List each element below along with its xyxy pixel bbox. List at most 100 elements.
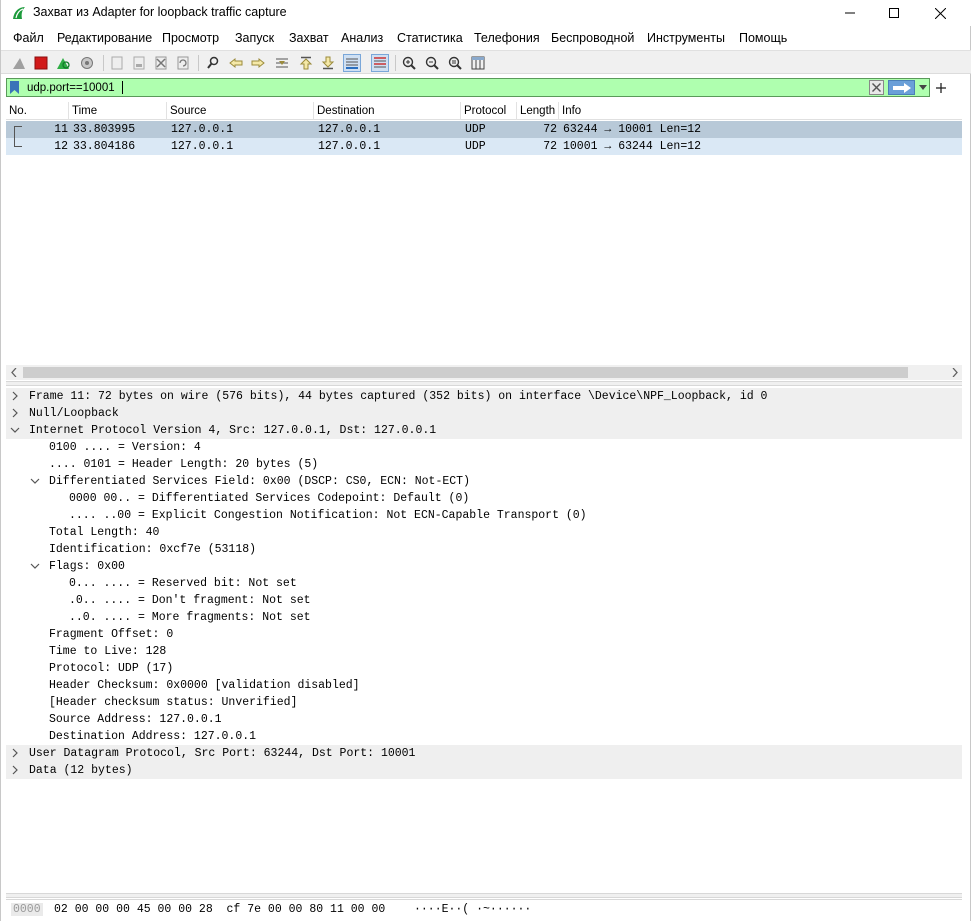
tree-item-dsfield[interactable]: Differentiated Services Field: 0x00 (DSC…: [6, 473, 962, 490]
tree-item-udp[interactable]: User Datagram Protocol, Src Port: 63244,…: [6, 745, 962, 762]
tree-item-total-length[interactable]: Total Length: 40: [6, 524, 962, 541]
tree-item-label: Frame 11: 72 bytes on wire (576 bits), 4…: [29, 390, 768, 403]
chevron-right-icon[interactable]: [10, 391, 20, 401]
scroll-right-icon[interactable]: [947, 365, 962, 380]
open-file-button[interactable]: [108, 54, 126, 72]
zoom-out-button[interactable]: [423, 54, 441, 72]
tree-item-ttl[interactable]: Time to Live: 128: [6, 643, 962, 660]
chevron-right-icon[interactable]: [10, 408, 20, 418]
packet-list-hscrollbar[interactable]: [6, 365, 962, 380]
plus-icon: [936, 82, 946, 93]
menu-telephony[interactable]: Телефония: [474, 31, 540, 45]
tree-item-fragment-offset[interactable]: Fragment Offset: 0: [6, 626, 962, 643]
minimize-button[interactable]: [827, 0, 873, 26]
packet-protocol: UDP: [465, 123, 486, 136]
chevron-down-icon: [919, 85, 927, 90]
auto-scroll-icon: [346, 58, 358, 69]
restart-capture-button[interactable]: [54, 54, 72, 72]
tree-item-more-fragments[interactable]: ..0. .... = More fragments: Not set: [6, 609, 962, 626]
go-forward-button[interactable]: [249, 54, 267, 72]
chevron-down-icon[interactable]: [30, 476, 40, 486]
bytes-ascii[interactable]: ····E··( ·~······: [414, 903, 531, 916]
tree-item-ecn[interactable]: .... ..00 = Explicit Congestion Notifica…: [6, 507, 962, 524]
tree-item-dscp[interactable]: 0000 00.. = Differentiated Services Code…: [6, 490, 962, 507]
tree-item-checksum[interactable]: Header Checksum: 0x0000 [validation disa…: [6, 677, 962, 694]
tree-item-checksum-status[interactable]: [Header checksum status: Unverified]: [6, 694, 962, 711]
chevron-down-icon[interactable]: [30, 561, 40, 571]
chevron-right-icon[interactable]: [10, 765, 20, 775]
packet-destination: 127.0.0.1: [318, 140, 381, 153]
resize-columns-button[interactable]: [469, 54, 487, 72]
add-filter-button[interactable]: [934, 78, 948, 97]
go-last-button[interactable]: [319, 54, 337, 72]
pane-splitter[interactable]: [6, 893, 962, 898]
menu-view[interactable]: Просмотр: [162, 31, 219, 45]
apply-filter-button[interactable]: [888, 80, 915, 95]
go-first-button[interactable]: [297, 54, 315, 72]
pane-splitter[interactable]: [6, 381, 962, 386]
packet-row[interactable]: 11 33.803995 127.0.0.1 127.0.0.1 UDP 72 …: [6, 121, 962, 138]
close-file-button[interactable]: [152, 54, 170, 72]
capture-options-button[interactable]: [78, 54, 96, 72]
filter-history-dropdown[interactable]: [917, 80, 929, 95]
column-header-no[interactable]: No.: [6, 102, 69, 120]
tree-item-version[interactable]: 0100 .... = Version: 4: [6, 439, 962, 456]
packet-info: 10001 → 63244 Len=12: [563, 140, 702, 153]
display-filter-input[interactable]: [27, 80, 627, 96]
packet-row[interactable]: 12 33.804186 127.0.0.1 127.0.0.1 UDP 72 …: [6, 138, 962, 155]
tree-item-ipv4[interactable]: Internet Protocol Version 4, Src: 127.0.…: [6, 422, 962, 439]
normal-size-button[interactable]: [446, 54, 464, 72]
tree-item-label: .0.. .... = Don't fragment: Not set: [69, 594, 311, 607]
tree-item-frame[interactable]: Frame 11: 72 bytes on wire (576 bits), 4…: [6, 388, 962, 405]
close-button[interactable]: [917, 0, 963, 26]
packet-details-tree: Frame 11: 72 bytes on wire (576 bits), 4…: [6, 388, 962, 893]
menu-file[interactable]: Файл: [13, 31, 44, 45]
menu-edit[interactable]: Редактирование: [57, 31, 152, 45]
menu-help[interactable]: Помощь: [739, 31, 787, 45]
tree-item-protocol[interactable]: Protocol: UDP (17): [6, 660, 962, 677]
tree-item-source-address[interactable]: Source Address: 127.0.0.1: [6, 711, 962, 728]
go-to-packet-button[interactable]: [273, 54, 291, 72]
menu-statistics[interactable]: Статистика: [397, 31, 463, 45]
tree-item-identification[interactable]: Identification: 0xcf7e (53118): [6, 541, 962, 558]
clear-filter-icon[interactable]: [869, 80, 884, 95]
save-file-button[interactable]: [130, 54, 148, 72]
menu-capture[interactable]: Захват: [289, 31, 329, 45]
find-packet-button[interactable]: [204, 54, 222, 72]
auto-scroll-button[interactable]: [343, 54, 361, 72]
wireshark-logo-icon: [13, 7, 25, 19]
chevron-right-icon[interactable]: [10, 748, 20, 758]
column-header-source[interactable]: Source: [167, 102, 314, 120]
tree-item-flags[interactable]: Flags: 0x00: [6, 558, 962, 575]
tree-item-dont-fragment[interactable]: .0.. .... = Don't fragment: Not set: [6, 592, 962, 609]
menu-wireless[interactable]: Беспроводной: [551, 31, 634, 45]
column-header-info[interactable]: Info: [559, 102, 962, 120]
tree-item-null-loopback[interactable]: Null/Loopback: [6, 405, 962, 422]
column-header-time[interactable]: Time: [69, 102, 167, 120]
tree-item-reserved-bit[interactable]: 0... .... = Reserved bit: Not set: [6, 575, 962, 592]
tree-item-header-length[interactable]: .... 0101 = Header Length: 20 bytes (5): [6, 456, 962, 473]
menu-go[interactable]: Запуск: [235, 31, 274, 45]
display-filter-bar: [6, 78, 930, 97]
chevron-down-icon[interactable]: [10, 425, 20, 435]
start-capture-button[interactable]: [10, 54, 28, 72]
reload-file-button[interactable]: [174, 54, 192, 72]
zoom-out-icon: [425, 56, 439, 70]
column-header-destination[interactable]: Destination: [314, 102, 461, 120]
bookmark-icon[interactable]: [10, 81, 19, 94]
scrollbar-thumb[interactable]: [23, 367, 908, 378]
scroll-left-icon[interactable]: [6, 365, 21, 380]
tree-item-label: .... 0101 = Header Length: 20 bytes (5): [49, 458, 319, 471]
column-header-length[interactable]: Length: [517, 102, 559, 120]
menu-analyze[interactable]: Анализ: [341, 31, 383, 45]
colorize-button[interactable]: [371, 54, 389, 72]
maximize-button[interactable]: [871, 0, 917, 26]
go-back-button[interactable]: [227, 54, 245, 72]
tree-item-data[interactable]: Data (12 bytes): [6, 762, 962, 779]
stop-capture-button[interactable]: [32, 54, 50, 72]
column-header-protocol[interactable]: Protocol: [461, 102, 517, 120]
tree-item-destination-address[interactable]: Destination Address: 127.0.0.1: [6, 728, 962, 745]
bytes-hex[interactable]: 02 00 00 00 45 00 00 28 cf 7e 00 00 80 1…: [54, 903, 385, 916]
zoom-in-button[interactable]: [400, 54, 418, 72]
menu-tools[interactable]: Инструменты: [647, 31, 725, 45]
